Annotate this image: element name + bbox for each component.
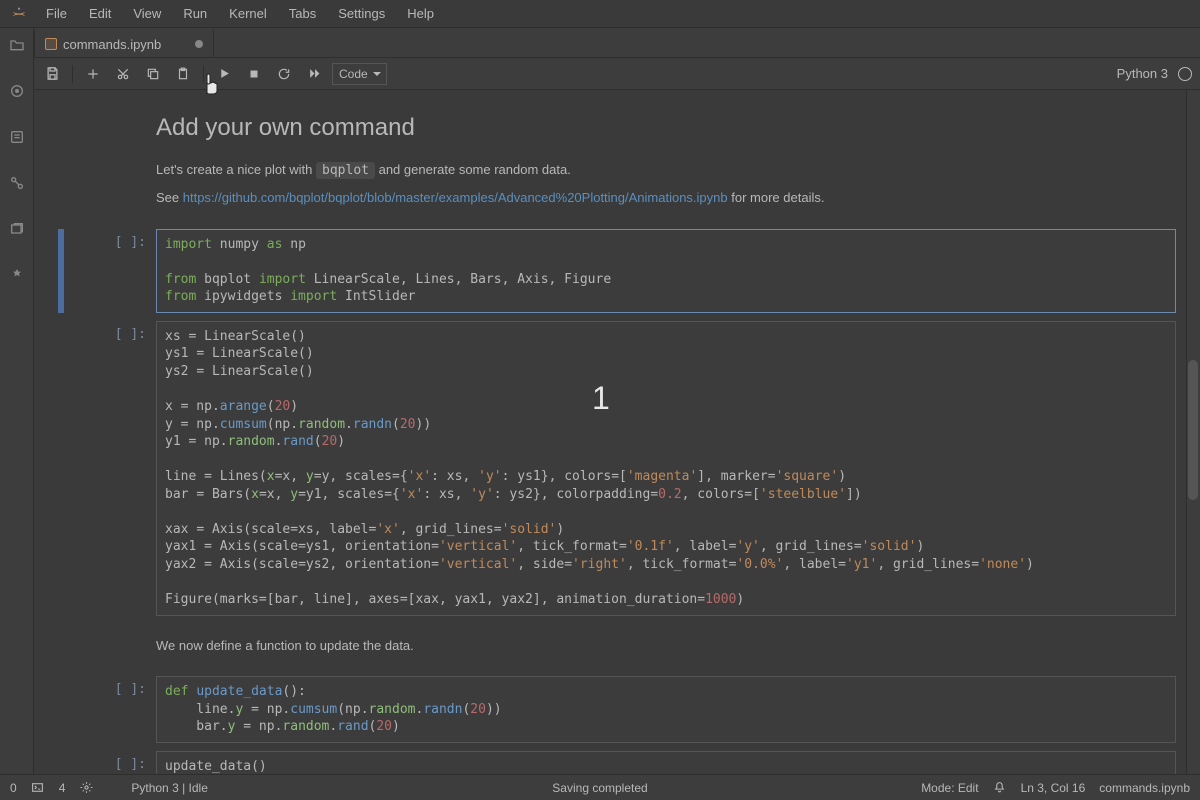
menu-settings[interactable]: Settings bbox=[328, 2, 395, 25]
markdown-cell-inter[interactable]: We now define a function to update the d… bbox=[58, 624, 1176, 669]
heading: Add your own command bbox=[156, 114, 1176, 142]
cell-prompt: [ ]: bbox=[66, 676, 156, 743]
run-button[interactable] bbox=[212, 62, 236, 86]
kernel-status-icon[interactable] bbox=[1178, 67, 1192, 81]
tab-bar: commands.ipynb bbox=[0, 28, 1200, 58]
status-kernel[interactable]: Python 3 | Idle bbox=[131, 781, 208, 795]
folder-icon[interactable] bbox=[8, 36, 26, 54]
markdown-cell-heading[interactable]: Add your own command Let's create a nice… bbox=[58, 98, 1176, 221]
menu-tabs[interactable]: Tabs bbox=[279, 2, 326, 25]
status-cursor-pos: Ln 3, Col 16 bbox=[1021, 781, 1086, 795]
restart-run-all-button[interactable] bbox=[302, 62, 326, 86]
code-cell-update-fn[interactable]: [ ]: def update_data(): line.y = np.cums… bbox=[58, 676, 1176, 743]
notebook-icon bbox=[45, 38, 57, 50]
scrollbar[interactable] bbox=[1186, 90, 1200, 774]
add-cell-button[interactable] bbox=[81, 62, 105, 86]
status-bar: 0 4 Python 3 | Idle Saving completed Mod… bbox=[0, 774, 1200, 800]
commands-icon[interactable] bbox=[8, 128, 26, 146]
running-icon[interactable] bbox=[8, 174, 26, 192]
restart-button[interactable] bbox=[272, 62, 296, 86]
notebook-toolbar: Code Python 3 bbox=[0, 58, 1200, 90]
tabs-icon[interactable] bbox=[8, 220, 26, 238]
dirty-indicator-icon bbox=[195, 40, 203, 48]
scroll-thumb[interactable] bbox=[1188, 360, 1198, 500]
extension-icon[interactable] bbox=[8, 266, 26, 284]
notebook-area[interactable]: Add your own command Let's create a nice… bbox=[34, 90, 1200, 774]
cell-prompt: [ ]: bbox=[66, 229, 156, 313]
code-cell-imports[interactable]: [ ]: import numpy as np from bqplot impo… bbox=[58, 229, 1176, 313]
save-button[interactable] bbox=[40, 62, 64, 86]
cell-prompt: [ ]: bbox=[66, 751, 156, 774]
code-cell-call[interactable]: [ ]: update_data() bbox=[58, 751, 1176, 774]
menu-file[interactable]: File bbox=[36, 2, 77, 25]
status-counter-1[interactable]: 0 bbox=[10, 781, 17, 795]
tab-label: commands.ipynb bbox=[63, 37, 161, 52]
menu-edit[interactable]: Edit bbox=[79, 2, 121, 25]
cut-button[interactable] bbox=[111, 62, 135, 86]
status-filename: commands.ipynb bbox=[1099, 781, 1190, 795]
status-mode: Mode: Edit bbox=[921, 781, 978, 795]
code-editor[interactable]: xs = LinearScale() ys1 = LinearScale() y… bbox=[156, 321, 1176, 616]
bqplot-link[interactable]: https://github.com/bqplot/bqplot/blob/ma… bbox=[183, 190, 728, 205]
paste-button[interactable] bbox=[171, 62, 195, 86]
menu-bar: File Edit View Run Kernel Tabs Settings … bbox=[0, 0, 1200, 28]
status-counter-2[interactable]: 4 bbox=[59, 781, 66, 795]
interrupt-button[interactable] bbox=[242, 62, 266, 86]
kernel-name[interactable]: Python 3 bbox=[1117, 66, 1168, 81]
menu-view[interactable]: View bbox=[123, 2, 171, 25]
left-sidebar bbox=[0, 28, 34, 774]
cell-prompt: [ ]: bbox=[66, 321, 156, 616]
code-cell-plot[interactable]: [ ]: xs = LinearScale() ys1 = LinearScal… bbox=[58, 321, 1176, 616]
jupyter-logo-icon bbox=[8, 3, 30, 25]
menu-kernel[interactable]: Kernel bbox=[219, 2, 277, 25]
code-editor[interactable]: update_data() bbox=[156, 751, 1176, 774]
inline-code: bqplot bbox=[316, 162, 375, 179]
selection-gutter bbox=[58, 229, 64, 313]
copy-button[interactable] bbox=[141, 62, 165, 86]
tab-commands-ipynb[interactable]: commands.ipynb bbox=[34, 29, 214, 57]
cell-type-select[interactable]: Code bbox=[332, 63, 387, 85]
code-editor[interactable]: import numpy as np from bqplot import Li… bbox=[156, 229, 1176, 313]
terminal-icon[interactable] bbox=[31, 781, 45, 795]
code-editor[interactable]: def update_data(): line.y = np.cumsum(np… bbox=[156, 676, 1176, 743]
bell-icon[interactable] bbox=[993, 781, 1007, 795]
settings-icon[interactable] bbox=[79, 781, 93, 795]
git-icon[interactable] bbox=[8, 82, 26, 100]
menu-run[interactable]: Run bbox=[173, 2, 217, 25]
menu-help[interactable]: Help bbox=[397, 2, 444, 25]
